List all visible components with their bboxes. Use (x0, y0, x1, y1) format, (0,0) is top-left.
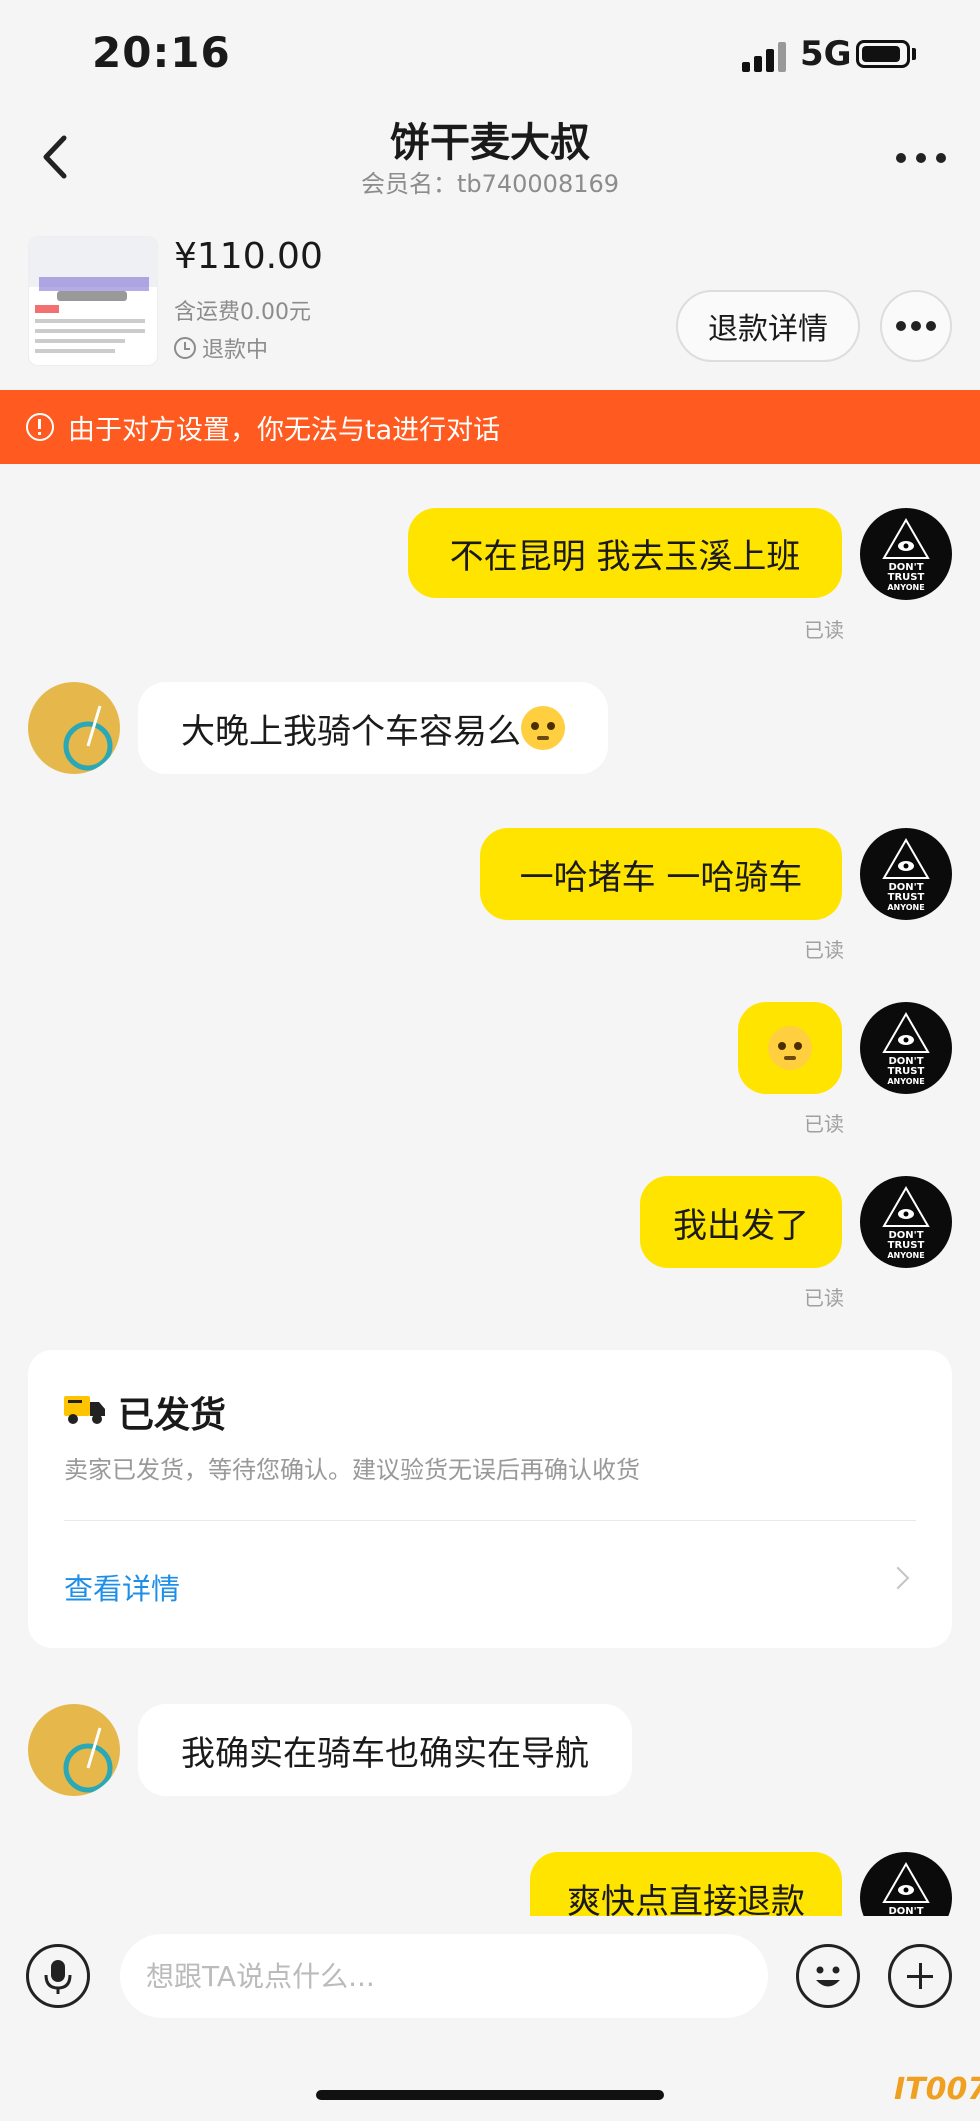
read-receipt: 已读 (804, 1286, 844, 1310)
watermark-logo: IT007 (894, 2072, 980, 2107)
emoji-icon[interactable] (796, 1944, 860, 2008)
product-thumbnail[interactable] (28, 236, 158, 366)
avatar-text-3: ANYONE (887, 1077, 924, 1086)
avatar-text-3: ANYONE (887, 903, 924, 912)
member-name: 会员名：tb740008169 (360, 170, 620, 198)
product-price: ¥110.00 (174, 236, 323, 277)
banner-text: 由于对方设置，你无法与ta进行对话 (68, 414, 501, 446)
add-icon[interactable] (888, 1944, 952, 2008)
card-title: 已发货 (118, 1395, 227, 1436)
avatar-text-3: ANYONE (887, 583, 924, 592)
message-bubble-sent[interactable]: 不在昆明 我去玉溪上班 (408, 508, 842, 598)
shipping-fee: 含运费0.00元 (174, 300, 311, 325)
truck-icon (64, 1396, 105, 1424)
avatar-text-2: TRUST (888, 1066, 925, 1077)
message-bubble-sent[interactable]: 一哈堵车 一哈骑车 (480, 828, 842, 920)
status-time: 20:16 (92, 28, 231, 77)
signal-icon (742, 40, 786, 72)
more-options-icon[interactable] (896, 152, 946, 164)
read-receipt: 已读 (804, 618, 844, 642)
product-more-button[interactable] (880, 290, 952, 362)
pleading-emoji-icon (768, 1026, 812, 1070)
page-title: 饼干麦大叔 (390, 120, 590, 166)
view-details-link[interactable]: 查看详情 (64, 1566, 180, 1608)
avatar-text-3: ANYONE (887, 1251, 924, 1260)
avatar-text-2: TRUST (888, 572, 925, 583)
read-receipt: 已读 (804, 938, 844, 962)
card-description: 卖家已发货，等待您确认。建议验货无误后再确认收货 (64, 1456, 640, 1484)
seller-avatar[interactable] (28, 1704, 120, 1796)
my-avatar[interactable]: DON'T TRUST ANYONE (860, 1002, 952, 1094)
microphone-icon[interactable] (26, 1944, 90, 2008)
network-label: 5G (800, 34, 852, 74)
avatar-text-2: TRUST (888, 892, 925, 903)
message-bubble-sent[interactable] (738, 1002, 842, 1094)
message-bubble-sent[interactable]: 我出发了 (640, 1176, 842, 1268)
read-receipt: 已读 (804, 1112, 844, 1136)
warning-banner: 由于对方设置，你无法与ta进行对话 (0, 390, 980, 464)
message-text: 大晚上我骑个车容易么 (181, 711, 521, 752)
battery-tip (912, 48, 916, 60)
my-avatar[interactable]: DON'T TRUST ANYONE (860, 508, 952, 600)
battery-icon (856, 40, 910, 68)
avatar-text-2: TRUST (888, 1240, 925, 1251)
my-avatar[interactable]: DON'T TRUST ANYONE (860, 1176, 952, 1268)
refund-status-label: 退款中 (202, 338, 269, 363)
warning-icon (26, 413, 54, 441)
message-input[interactable] (120, 1934, 768, 2018)
refund-details-button[interactable]: 退款详情 (676, 290, 860, 362)
card-divider (64, 1520, 916, 1521)
seller-avatar[interactable] (28, 682, 120, 774)
pleading-emoji-icon (521, 706, 565, 750)
my-avatar[interactable]: DON'T TRUST ANYONE (860, 828, 952, 920)
message-bubble-received[interactable]: 我确实在骑车也确实在导航 (138, 1704, 632, 1796)
clock-icon (174, 337, 196, 359)
message-bubble-received[interactable]: 大晚上我骑个车容易么 (138, 682, 608, 774)
refund-status: 退款中 (174, 332, 268, 364)
home-indicator[interactable] (316, 2090, 664, 2100)
